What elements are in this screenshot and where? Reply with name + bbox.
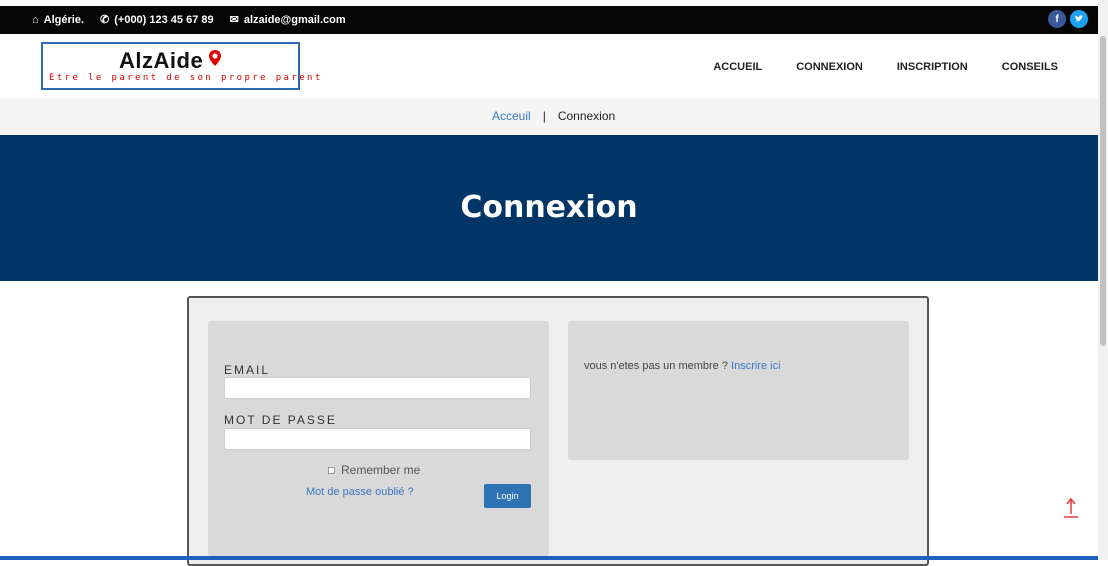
email-text: alzaide@gmail.com [243,13,346,26]
site-header: AlzAide Etre le parent de son propre par… [0,34,1098,98]
email-label: EMAIL [224,363,271,377]
breadcrumb-separator: | [542,109,546,123]
forgot-password-link[interactable]: Mot de passe oublié ? [306,486,414,498]
twitter-icon[interactable] [1070,10,1088,28]
main-nav: ACCUEIL CONNEXION INSCRIPTION CONSEILS [713,61,1058,73]
page-title: Connexion [460,190,638,225]
remember-label: Remember me [341,463,421,477]
phone-icon: ✆ [100,14,110,26]
map-pin-icon [209,50,221,66]
top-contact-bar: ⌂ Algérie. ✆ (+000) 123 45 67 89 ✉ alzai… [0,6,1098,34]
password-field[interactable] [224,428,531,450]
envelope-icon: ✉ [229,14,239,26]
social-links: f [1048,10,1088,28]
remember-me[interactable]: Remember me [328,463,420,477]
signup-box: vous n'etes pas un membre ? Inscrire ici [568,321,909,460]
remember-checkbox[interactable] [328,466,335,474]
taskbar-strip [0,556,1098,560]
contact-info: ⌂ Algérie. ✆ (+000) 123 45 67 89 ✉ alzai… [32,13,346,27]
email: ✉ alzaide@gmail.com [229,13,346,27]
hero-banner: Connexion [0,135,1098,281]
phone-text: (+000) 123 45 67 89 [114,13,214,26]
logo-tagline: Etre le parent de son propre parent [49,73,323,83]
page-scrollbar[interactable] [1098,0,1108,560]
facebook-icon[interactable]: f [1048,10,1066,28]
nav-conseils[interactable]: CONSEILS [1002,61,1058,73]
logo[interactable]: AlzAide Etre le parent de son propre par… [41,42,320,90]
nav-inscription[interactable]: INSCRIPTION [897,61,968,73]
login-form: EMAIL MOT DE PASSE Remember me Mot de pa… [208,321,549,556]
login-button[interactable]: Login [484,484,531,508]
logo-name: AlzAide [119,48,204,73]
auth-panel: EMAIL MOT DE PASSE Remember me Mot de pa… [187,296,929,566]
email-field[interactable] [224,377,531,399]
breadcrumb-current: Connexion [557,109,616,123]
location-text: Algérie. [43,13,85,26]
home-icon: ⌂ [32,13,39,26]
scroll-to-top-icon[interactable] [1063,497,1079,519]
nav-accueil[interactable]: ACCUEIL [713,61,762,73]
location: ⌂ Algérie. [32,14,84,26]
nav-connexion[interactable]: CONNEXION [796,61,863,73]
phone: ✆ (+000) 123 45 67 89 [100,13,214,27]
signup-text: vous n'etes pas un membre ? [584,360,728,372]
breadcrumb-home-link[interactable]: Acceuil [492,109,531,123]
signup-link[interactable]: Inscrire ici [731,360,781,372]
breadcrumb: Acceuil | Connexion [492,109,615,123]
signup-prompt: vous n'etes pas un membre ? Inscrire ici [584,360,781,372]
breadcrumb-bar: Acceuil | Connexion [0,98,1098,135]
password-label: MOT DE PASSE [224,413,337,427]
scrollbar-thumb[interactable] [1100,36,1106,346]
